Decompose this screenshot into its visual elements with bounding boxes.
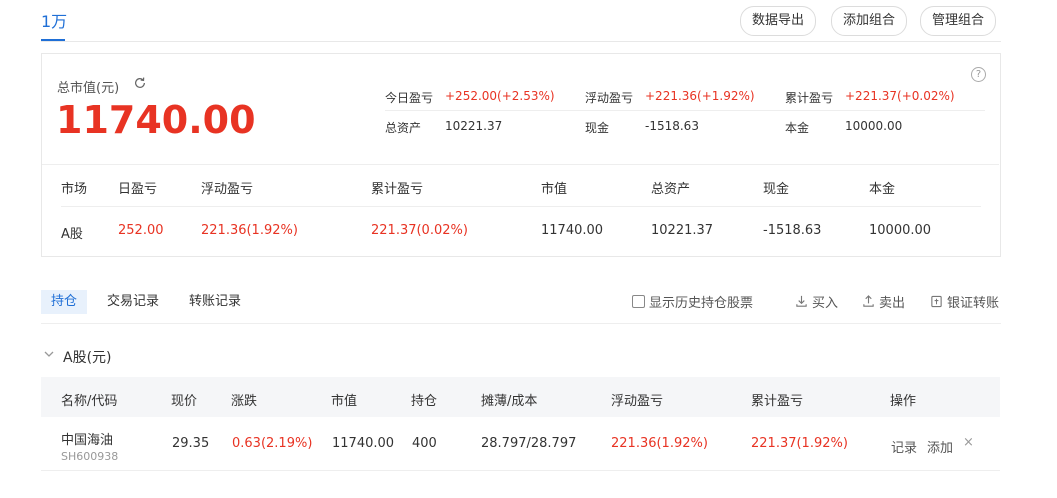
bank-transfer-label: 银证转账	[947, 296, 1000, 311]
divider	[41, 470, 1000, 471]
market-table-header: 本金	[869, 182, 896, 197]
add-link[interactable]: 添加	[927, 437, 953, 456]
market-cell: 11740.00	[541, 223, 604, 238]
cash-label: 现金	[585, 121, 610, 135]
market-table-header: 日盈亏	[118, 182, 158, 197]
holdings-header-cell: 涨跌	[231, 394, 258, 409]
divider	[385, 110, 985, 111]
stock-code: SH600938	[61, 450, 119, 463]
bank-transfer-icon	[931, 295, 942, 308]
total-market-value-label: 总市值(元)	[57, 81, 120, 96]
market-table-header: 累计盈亏	[371, 182, 424, 197]
section-title-a-share: A股(元)	[63, 350, 112, 366]
tab-trade-records[interactable]: 交易记录	[97, 290, 169, 314]
refresh-icon[interactable]	[133, 76, 147, 90]
stock-price: 29.35	[172, 436, 210, 451]
holdings-header-cell: 浮动盈亏	[611, 394, 664, 409]
sell-button[interactable]: 卖出	[862, 292, 905, 311]
bank-transfer-button[interactable]: 银证转账	[930, 292, 999, 311]
export-data-button[interactable]: 数据导出	[740, 6, 817, 36]
divider	[61, 206, 981, 207]
add-group-button[interactable]: 添加组合	[831, 6, 908, 36]
manage-group-button[interactable]: 管理组合	[920, 6, 997, 36]
sell-icon	[863, 295, 874, 307]
total-assets-label: 总资产	[385, 121, 422, 135]
cash-value: -1518.63	[645, 119, 699, 133]
checkbox-icon[interactable]	[632, 295, 645, 308]
principal-value: 10000.00	[845, 119, 903, 133]
market-table-header: 浮动盈亏	[201, 182, 254, 197]
show-history-label: 显示历史持仓股票	[649, 296, 754, 311]
divider	[41, 323, 1001, 324]
divider	[42, 164, 999, 165]
stock-name[interactable]: 中国海油	[61, 429, 113, 448]
holdings-header-cell: 持仓	[411, 394, 438, 409]
divider	[41, 41, 1001, 42]
total-assets-value: 10221.37	[445, 119, 503, 133]
market-cell: A股	[61, 227, 83, 242]
today-pnl-value: +252.00(+2.53%)	[445, 89, 555, 103]
buy-icon	[796, 295, 807, 307]
market-cell: -1518.63	[763, 223, 822, 238]
holdings-header-cell: 摊薄/成本	[481, 394, 538, 409]
cum-pnl-value: +221.37(+0.02%)	[845, 89, 955, 103]
cum-pnl-label: 累计盈亏	[785, 91, 834, 105]
market-table-header: 市值	[541, 182, 568, 197]
tab-transfer-records[interactable]: 转账记录	[179, 290, 251, 314]
float-pnl-value: +221.36(+1.92%)	[645, 89, 755, 103]
stock-cost: 28.797/28.797	[481, 436, 577, 451]
today-pnl-label: 今日盈亏	[385, 91, 434, 105]
holdings-header-cell: 名称/代码	[61, 394, 118, 409]
chevron-down-icon[interactable]	[43, 348, 55, 360]
market-cell: 221.37(0.02%)	[371, 223, 468, 238]
record-link[interactable]: 记录	[891, 437, 917, 456]
show-history-checkbox[interactable]: 显示历史持仓股票	[632, 292, 753, 311]
close-icon[interactable]: ×	[963, 435, 974, 450]
stock-position: 400	[412, 436, 437, 451]
market-cell: 221.36(1.92%)	[201, 223, 298, 238]
tab-1wan[interactable]: 1万	[41, 8, 67, 32]
stock-market-value: 11740.00	[332, 436, 395, 451]
holdings-header-cell: 操作	[890, 394, 917, 409]
market-cell: 10221.37	[651, 223, 714, 238]
buy-button[interactable]: 买入	[795, 292, 838, 311]
market-table-header: 市场	[61, 182, 88, 197]
stock-change: 0.63(2.19%)	[232, 436, 313, 451]
market-table-header: 现金	[763, 182, 790, 197]
float-pnl-label: 浮动盈亏	[585, 91, 634, 105]
market-cell: 10000.00	[869, 223, 932, 238]
holdings-header-cell: 现价	[171, 394, 198, 409]
stock-float-pnl: 221.36(1.92%)	[611, 436, 708, 451]
stock-cum-pnl: 221.37(1.92%)	[751, 436, 848, 451]
sell-label: 卖出	[879, 296, 906, 311]
holdings-header-cell: 累计盈亏	[751, 394, 804, 409]
tab-holdings[interactable]: 持仓	[41, 290, 88, 314]
market-cell: 252.00	[118, 223, 164, 238]
summary-card	[41, 53, 1001, 257]
total-market-value: 11740.00	[56, 98, 256, 142]
market-table-header: 总资产	[651, 182, 691, 197]
help-icon[interactable]: ?	[971, 67, 986, 82]
principal-label: 本金	[785, 121, 810, 135]
buy-label: 买入	[812, 296, 839, 311]
holdings-header-cell: 市值	[331, 394, 358, 409]
